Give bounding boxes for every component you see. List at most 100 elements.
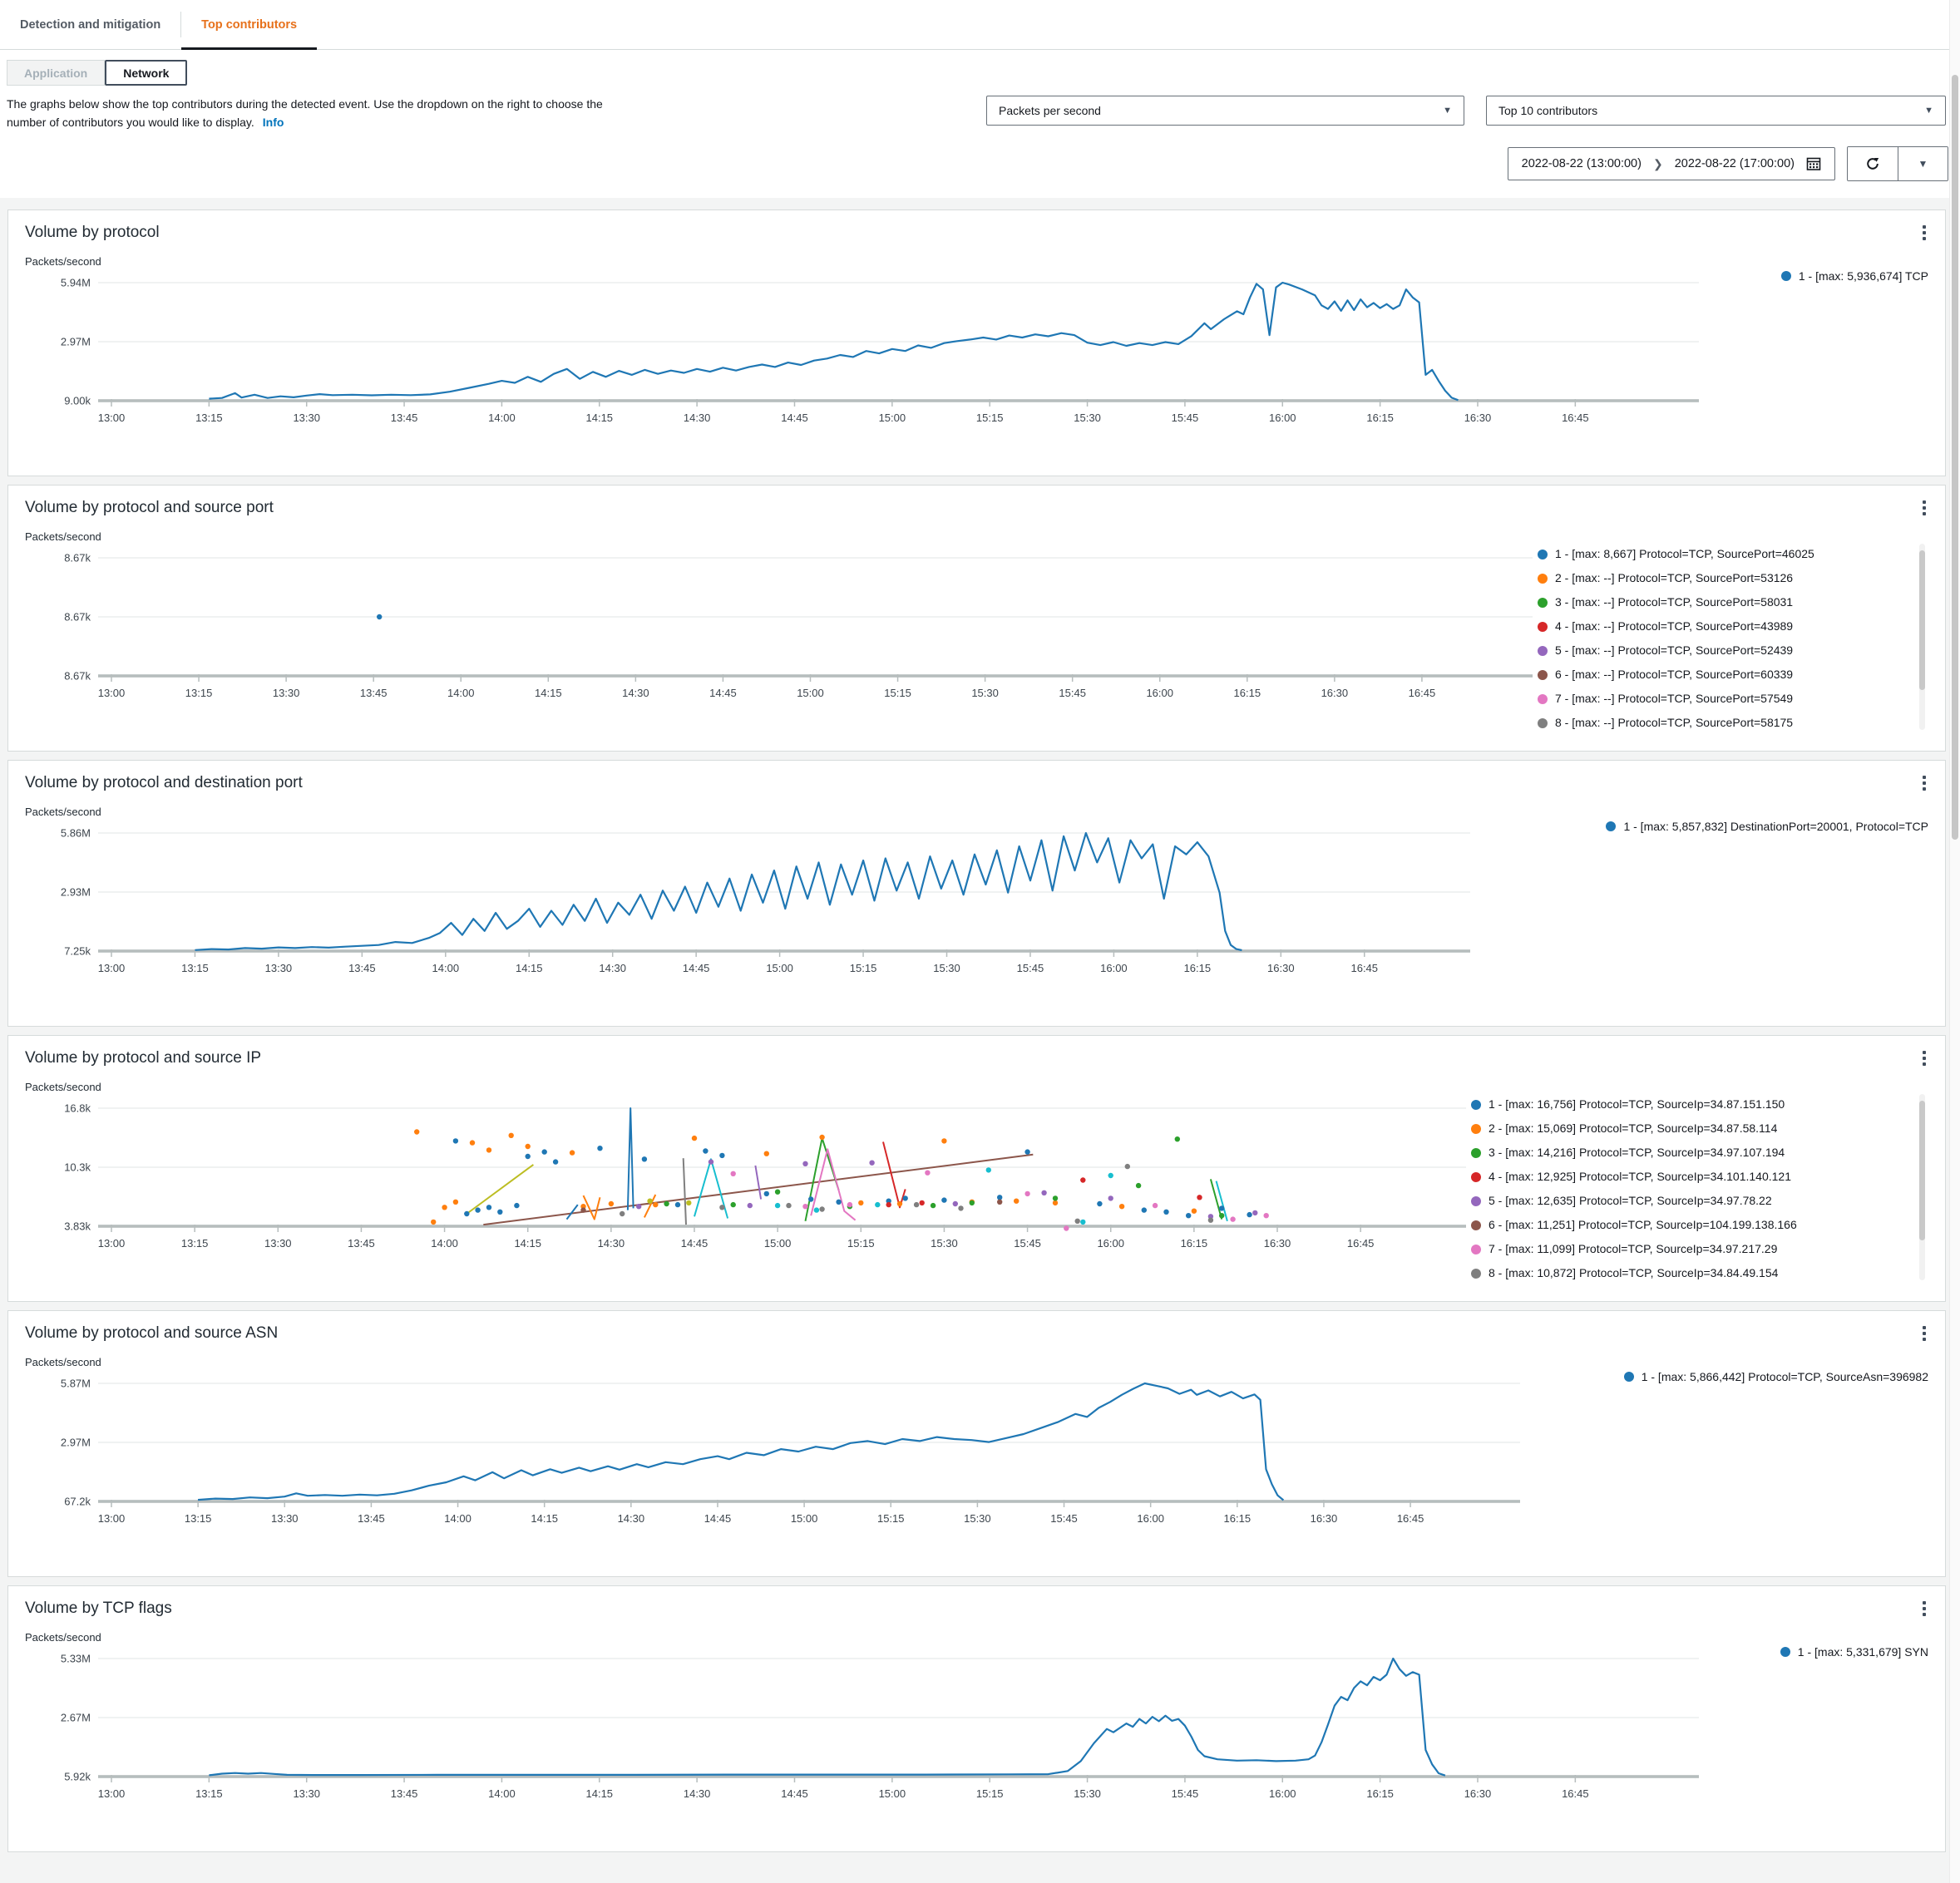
legend-item-label: 2 - [max: 15,069] Protocol=TCP, SourceIp… [1489,1121,1778,1136]
refresh-button-group: ▼ [1847,146,1948,182]
svg-text:15:45: 15:45 [1014,1237,1041,1250]
svg-text:14:30: 14:30 [598,1237,625,1250]
svg-text:13:00: 13:00 [98,1787,126,1800]
page-scrollbar[interactable] [1949,0,1960,1883]
refresh-options-button[interactable]: ▼ [1898,147,1948,181]
svg-text:16:45: 16:45 [1350,962,1378,974]
legend-item[interactable]: 4 - [max: 12,925] Protocol=TCP, SourceIp… [1471,1165,1907,1189]
svg-text:15:30: 15:30 [1074,1787,1101,1800]
caret-down-icon: ▼ [1443,106,1452,116]
legend-item[interactable]: 5 - [max: --] Protocol=TCP, SourcePort=5… [1538,638,1907,663]
legend-item[interactable]: 1 - [max: 5,866,442] Protocol=TCP, Sourc… [1623,1369,1928,1384]
series-color-swatch [1780,271,1791,282]
legend-item[interactable]: 6 - [max: --] Protocol=TCP, SourcePort=6… [1538,663,1907,687]
chart-title: Volume by TCP flags [25,1600,172,1618]
contributor-count-value: Top 10 contributors [1498,104,1598,117]
legend-scrollbar[interactable] [1919,1094,1925,1281]
svg-text:13:15: 13:15 [181,962,209,974]
svg-text:15:00: 15:00 [791,1512,818,1525]
legend-item[interactable]: 8 - [max: --] Protocol=TCP, SourcePort=5… [1538,711,1907,735]
info-link[interactable]: Info [263,116,284,129]
panel-menu-kebab-icon[interactable] [1913,1321,1935,1346]
svg-text:16:15: 16:15 [1366,1787,1394,1800]
legend-item[interactable]: 7 - [max: --] Protocol=TCP, SourcePort=5… [1538,687,1907,711]
svg-text:15:15: 15:15 [884,687,911,699]
page-scrollbar-thumb[interactable] [1952,75,1958,840]
chart-plot-area: 5.86M 2.93M 7.25k 13:00 13:15 13:30 13:45 14:00… [25,821,1475,996]
legend-item[interactable]: 8 - [max: 10,872] Protocol=TCP, SourceIp… [1471,1261,1907,1285]
svg-text:15:15: 15:15 [847,1237,875,1250]
svg-text:14:15: 14:15 [535,687,562,699]
svg-text:13:45: 13:45 [348,962,376,974]
chart-title: Volume by protocol and destination port [25,774,303,792]
tab-top-contributors-label: Top contributors [201,17,298,32]
svg-text:15:15: 15:15 [850,962,877,974]
chart-legend: 1 - [max: 5,857,832] DestinationPort=200… [1475,792,1928,834]
legend-item[interactable]: 1 - [max: 8,667] Protocol=TCP, SourcePor… [1538,542,1907,566]
svg-text:13:45: 13:45 [391,1787,418,1800]
legend-item[interactable]: 4 - [max: --] Protocol=TCP, SourcePort=4… [1538,614,1907,638]
legend-item[interactable]: 3 - [max: 14,216] Protocol=TCP, SourceIp… [1471,1141,1907,1165]
date-range-row: 2022-08-22 (13:00:00) ❯ 2022-08-22 (17:0… [0,131,1960,187]
legend-item[interactable]: 1 - [max: 5,936,674] TCP [1780,269,1928,283]
panel-menu-kebab-icon[interactable] [1913,220,1935,245]
date-range-picker[interactable]: 2022-08-22 (13:00:00) ❯ 2022-08-22 (17:0… [1507,147,1835,181]
svg-text:10.3k: 10.3k [64,1161,91,1174]
svg-text:13:15: 13:15 [181,1237,209,1250]
svg-text:16:00: 16:00 [1100,962,1128,974]
series-color-swatch [1538,621,1548,632]
legend-item-label: 5 - [max: 12,635] Protocol=TCP, SourceIp… [1489,1194,1772,1208]
chart-title: Volume by protocol [25,224,160,242]
svg-text:14:30: 14:30 [622,687,649,699]
date-end-value: 2022-08-22 (17:00:00) [1674,157,1795,171]
svg-text:16:15: 16:15 [1234,687,1261,699]
svg-text:16:00: 16:00 [1269,1787,1296,1800]
svg-text:13:00: 13:00 [98,962,126,974]
svg-text:16:45: 16:45 [1397,1512,1424,1525]
network-toggle-button[interactable]: Network [105,60,188,86]
series-color-swatch [1471,1099,1481,1110]
tab-top-contributors[interactable]: Top contributors [181,0,318,50]
application-toggle-button[interactable]: Application [7,60,106,86]
svg-text:16:30: 16:30 [1311,1512,1338,1525]
panel-volume-by-protocol-source-port: Volume by protocol and source port Packe… [7,485,1946,752]
legend-item[interactable]: 3 - [max: --] Protocol=TCP, SourcePort=5… [1538,590,1907,614]
svg-text:16:30: 16:30 [1464,1787,1492,1800]
svg-text:15:30: 15:30 [1074,412,1101,424]
series-color-swatch [1471,1123,1481,1134]
y-axis-unit-label: Packets/second [25,806,101,819]
svg-text:15:15: 15:15 [877,1512,905,1525]
legend-item[interactable]: 2 - [max: 15,069] Protocol=TCP, SourceIp… [1471,1116,1907,1141]
legend-item[interactable]: 1 - [max: 5,331,679] SYN [1780,1644,1928,1659]
series-color-swatch [1538,669,1548,680]
panel-menu-kebab-icon[interactable] [1913,771,1935,796]
svg-text:15:30: 15:30 [971,687,999,699]
legend-scrollbar[interactable] [1919,544,1925,731]
legend-item-label: 1 - [max: 5,857,832] DestinationPort=200… [1623,820,1928,834]
svg-text:16:30: 16:30 [1264,1237,1291,1250]
legend-item[interactable]: 5 - [max: 12,635] Protocol=TCP, SourceIp… [1471,1189,1907,1213]
legend-item[interactable]: 2 - [max: --] Protocol=TCP, SourcePort=5… [1538,566,1907,590]
legend-item[interactable]: 1 - [max: 16,756] Protocol=TCP, SourceIp… [1471,1092,1907,1116]
legend-item-label: 5 - [max: --] Protocol=TCP, SourcePort=5… [1555,643,1794,658]
refresh-icon [1864,155,1881,172]
svg-text:15:30: 15:30 [964,1512,991,1525]
legend-item[interactable]: 6 - [max: 11,251] Protocol=TCP, SourceIp… [1471,1213,1907,1237]
legend-item[interactable]: 7 - [max: 11,099] Protocol=TCP, SourceIp… [1471,1237,1907,1261]
legend-item[interactable]: 1 - [max: 5,857,832] DestinationPort=200… [1606,819,1928,834]
svg-text:14:45: 14:45 [781,1787,808,1800]
series-color-swatch [1471,1147,1481,1158]
svg-text:14:45: 14:45 [709,687,737,699]
series-color-swatch [1606,821,1617,832]
top-contributors-page: Detection and mitigation Top contributor… [0,0,1960,1883]
contributor-count-select[interactable]: Top 10 contributors ▼ [1486,96,1946,126]
refresh-button[interactable] [1848,147,1898,181]
svg-text:14:00: 14:00 [431,1237,458,1250]
tab-detection-and-mitigation[interactable]: Detection and mitigation [0,0,180,49]
metric-select[interactable]: Packets per second ▼ [986,96,1464,126]
panel-menu-kebab-icon[interactable] [1913,1596,1935,1621]
application-toggle-label: Application [24,66,88,80]
svg-text:15:00: 15:00 [879,1787,906,1800]
y-axis-unit-label: Packets/second [25,530,101,544]
y-axis-unit-label: Packets/second [25,1356,101,1369]
